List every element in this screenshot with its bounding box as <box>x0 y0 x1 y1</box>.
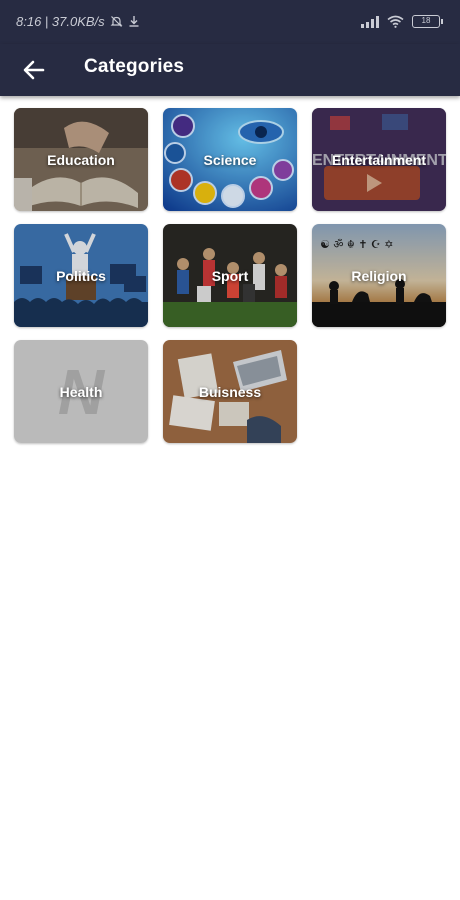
download-icon <box>129 16 139 27</box>
battery-icon: 18 <box>412 15 443 28</box>
status-right: 18 <box>361 15 443 28</box>
category-label: Sport <box>211 267 249 284</box>
arrow-left-icon <box>23 60 45 80</box>
category-card-education[interactable]: Education <box>14 108 148 211</box>
category-label: Politics <box>56 267 106 284</box>
category-label: Science <box>203 151 257 168</box>
category-label: Health <box>59 383 103 400</box>
category-card-entertainment[interactable]: ENTERTAINMENT Entertainment <box>312 108 446 211</box>
category-card-buisness[interactable]: Buisness <box>163 340 297 443</box>
signal-icon <box>361 15 379 28</box>
category-card-science[interactable]: Science <box>163 108 297 211</box>
status-left: 8:16 | 37.0KB/s <box>16 14 140 29</box>
back-button[interactable] <box>14 50 54 90</box>
category-card-religion[interactable]: ☯ ॐ ☬ ✝ ☪ ✡ Religion <box>312 224 446 327</box>
category-card-health[interactable]: N Health <box>14 340 148 443</box>
category-label: Entertainment <box>331 151 427 168</box>
category-label: Religion <box>351 267 407 284</box>
category-card-politics[interactable]: Politics <box>14 224 148 327</box>
status-time-speed: 8:16 | 37.0KB/s <box>16 14 105 29</box>
status-bar: 8:16 | 37.0KB/s 18 <box>0 0 460 44</box>
page-title: Categories <box>84 56 185 77</box>
app-bar: Categories <box>0 44 460 96</box>
battery-level: 18 <box>421 16 431 25</box>
wifi-icon <box>387 15 404 28</box>
mute-notifications-icon <box>110 16 123 27</box>
category-card-sport[interactable]: Sport <box>163 224 297 327</box>
category-label: Buisness <box>198 383 262 400</box>
category-label: Education <box>47 151 115 168</box>
